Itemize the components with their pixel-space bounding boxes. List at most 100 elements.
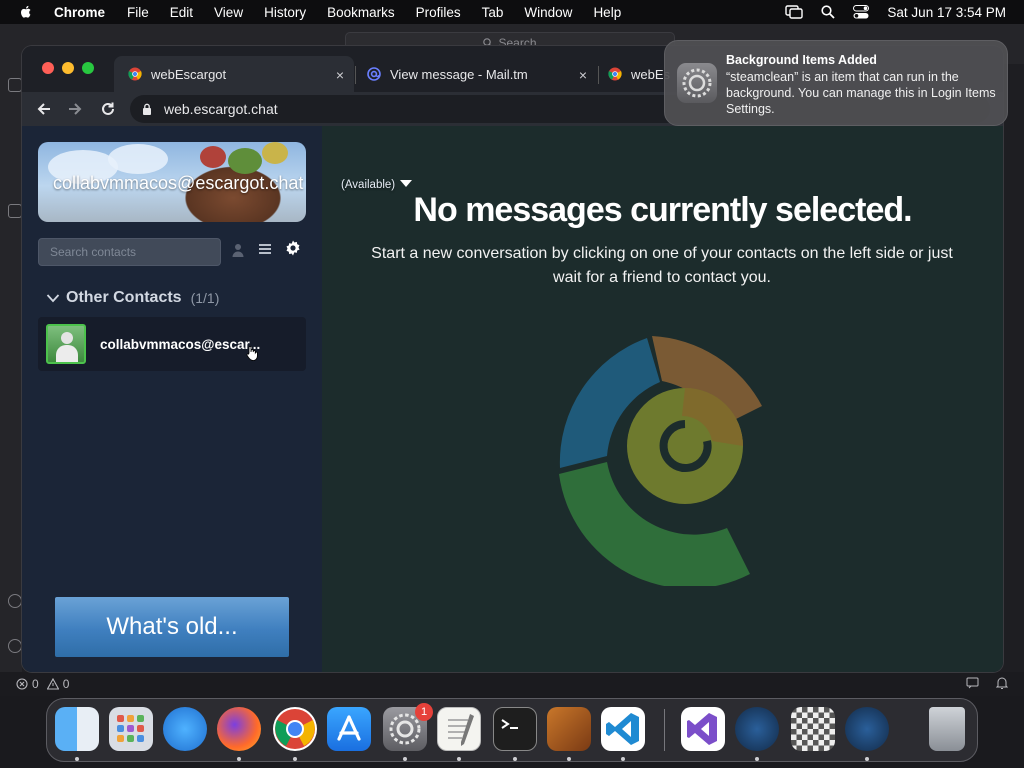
search-contacts-input[interactable]: Search contacts (38, 238, 221, 266)
running-indicator (293, 757, 297, 761)
app-grid-icon (117, 715, 144, 742)
zoom-window-button[interactable] (82, 62, 94, 74)
page-subtitle: Start a new conversation by clicking on … (371, 245, 953, 286)
notification-body: “steamclean” is an item that can run in … (726, 70, 996, 116)
avatar-body (56, 345, 78, 362)
explorer-icon[interactable] (8, 78, 22, 92)
feedback-icon[interactable] (966, 676, 980, 690)
back-arrow-icon[interactable] (35, 100, 53, 118)
terminal-icon[interactable] (493, 707, 537, 751)
system-settings-icon (677, 63, 717, 103)
firefox-icon[interactable] (217, 707, 261, 751)
contact-group-header[interactable]: Other Contacts (1/1) (46, 289, 219, 307)
running-indicator (403, 757, 407, 761)
escargot-logo-icon (559, 336, 762, 586)
tab-title: View message - Mail.tm (390, 66, 528, 82)
reload-icon[interactable] (99, 100, 117, 118)
running-indicator (237, 757, 241, 761)
dock-separator (664, 709, 665, 751)
warning-count: 0 (62, 677, 70, 691)
tab-separator (355, 66, 356, 84)
settings-gear-icon[interactable] (284, 239, 302, 257)
running-indicator (75, 757, 79, 761)
whats-old-button[interactable]: What's old... (55, 597, 289, 657)
list-menu-icon[interactable] (258, 242, 272, 256)
contact-group-count: (1/1) (190, 290, 220, 306)
add-contact-icon[interactable] (232, 242, 246, 258)
notification-title: Background Items Added (726, 53, 877, 67)
chess-icon[interactable] (791, 707, 835, 751)
manage-gear-icon[interactable] (8, 639, 22, 653)
menu-history[interactable]: History (264, 5, 306, 20)
textedit-icon[interactable] (437, 707, 481, 751)
document-lines-icon (448, 714, 474, 746)
error-icon[interactable] (16, 678, 28, 690)
extensions-icon[interactable] (8, 204, 22, 218)
chevron-down-icon[interactable] (46, 293, 60, 303)
close-tab-icon[interactable]: × (579, 67, 587, 83)
contact-list-item[interactable]: collabvmmacos@escar... (38, 317, 306, 371)
tab-mail-tm[interactable]: View message - Mail.tm × (357, 56, 597, 92)
close-tab-icon[interactable]: × (336, 67, 344, 83)
warning-icon[interactable] (46, 678, 59, 690)
trash-icon[interactable] (929, 707, 965, 751)
steam-icon[interactable] (735, 707, 779, 751)
menu-profiles[interactable]: Profiles (416, 5, 461, 20)
menu-tab[interactable]: Tab (482, 5, 504, 20)
menu-help[interactable]: Help (593, 5, 621, 20)
chrome-favicon-icon (128, 67, 142, 81)
browser-window: webEscargot × View message - Mail.tm × w… (22, 46, 1003, 672)
running-indicator (567, 757, 571, 761)
chrome-logo-icon (275, 709, 315, 749)
chevron-down-icon[interactable] (400, 180, 412, 187)
menu-bookmarks[interactable]: Bookmarks (327, 5, 395, 20)
steam-2-icon[interactable] (845, 707, 889, 751)
running-indicator (457, 757, 461, 761)
apple-icon[interactable] (18, 4, 34, 20)
lock-icon[interactable] (142, 103, 152, 115)
finder-icon[interactable] (55, 707, 99, 751)
menu-file[interactable]: File (127, 5, 149, 20)
visual-studio-logo-icon (687, 713, 717, 745)
error-count: 0 (32, 677, 39, 691)
menu-window[interactable]: Window (524, 5, 572, 20)
chrome-icon[interactable] (273, 707, 317, 751)
contact-name: collabvmmacos@escar... (100, 337, 261, 352)
presence-status[interactable]: (Available) (341, 179, 395, 191)
page-title: No messages currently selected. (413, 191, 912, 229)
control-center-icon[interactable] (853, 5, 870, 19)
menu-app-chrome[interactable]: Chrome (54, 5, 105, 20)
banner-cloud (108, 144, 168, 174)
url-text: web.escargot.chat (164, 101, 278, 117)
notifications-bell-icon[interactable] (996, 676, 1008, 690)
menubar-datetime[interactable]: Sat Jun 17 3:54 PM (887, 5, 1006, 20)
tab-webescargot[interactable]: webEscargot × (114, 56, 354, 92)
profile-username: collabvmmacos@escargot.chat (53, 173, 304, 193)
banner-character (262, 142, 288, 164)
screen-mirroring-icon[interactable] (785, 5, 804, 19)
dock: 1 (46, 698, 978, 762)
webpage: collabvmmacos@escargot.chat (Available) … (22, 126, 1003, 672)
hand-cursor-icon (246, 346, 258, 361)
account-icon[interactable] (8, 594, 22, 608)
contact-avatar (46, 324, 86, 364)
app-store-icon[interactable] (327, 707, 371, 751)
app-store-a-icon (337, 715, 361, 741)
visual-studio-icon[interactable] (681, 707, 725, 751)
forward-arrow-icon[interactable] (66, 100, 84, 118)
tab-title: webEscargot (151, 66, 227, 82)
menu-edit[interactable]: Edit (170, 5, 193, 20)
menu-view[interactable]: View (214, 5, 243, 20)
close-window-button[interactable] (42, 62, 54, 74)
system-notification[interactable]: Background Items Added “steamclean” is a… (664, 40, 1008, 126)
vscode-icon[interactable] (601, 707, 645, 751)
garageband-icon[interactable] (547, 707, 591, 751)
menu-bar: Chrome File Edit View History Bookmarks … (0, 0, 1024, 24)
safari-icon[interactable] (163, 707, 207, 751)
spotlight-search-icon[interactable] (821, 5, 836, 19)
prompt-icon (501, 719, 518, 729)
vscode-logo-icon (606, 713, 639, 745)
launchpad-icon[interactable] (109, 707, 153, 751)
contacts-sidebar: collabvmmacos@escargot.chat (Available) … (22, 126, 412, 672)
minimize-window-button[interactable] (62, 62, 74, 74)
